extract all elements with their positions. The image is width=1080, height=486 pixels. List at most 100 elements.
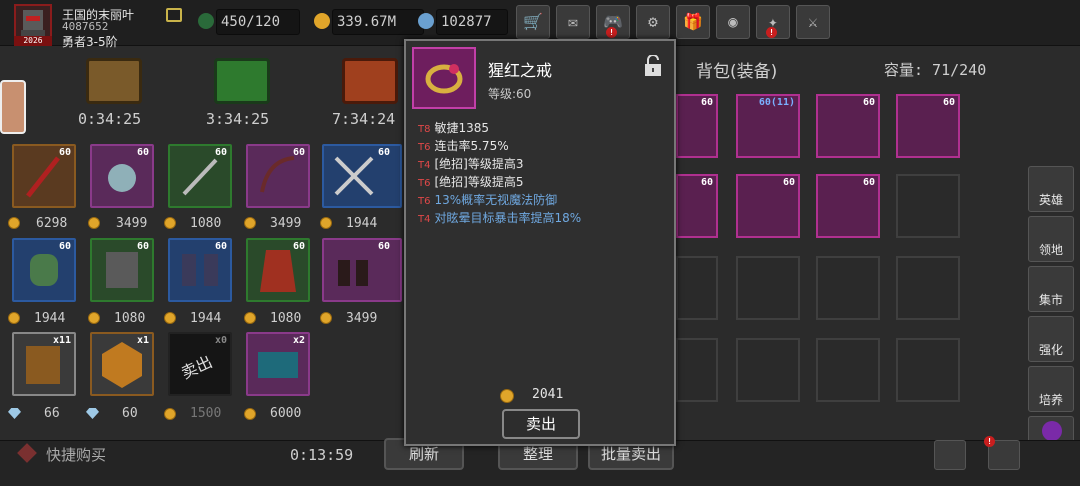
coin-icon bbox=[244, 312, 256, 324]
coin-icon bbox=[320, 217, 332, 229]
coin-icon bbox=[244, 217, 256, 229]
notification-badge: ! bbox=[984, 436, 995, 447]
shop-item-armor[interactable]: 60 bbox=[90, 238, 154, 302]
swords-icon[interactable]: ⚔ bbox=[796, 5, 830, 39]
bag-item-teal-boots[interactable]: 60 bbox=[816, 174, 880, 238]
item-name: 猩红之戒 bbox=[488, 61, 553, 80]
hero-button[interactable]: 英雄 bbox=[1028, 166, 1074, 212]
item-price: 1080 bbox=[270, 311, 302, 326]
item-stat: T8 敏捷1385 bbox=[418, 121, 490, 135]
edit-name-icon[interactable] bbox=[166, 8, 182, 22]
item-stat: T6 13%概率无视魔法防御 bbox=[418, 193, 558, 207]
bag-item-ring[interactable]: 60 bbox=[676, 174, 718, 238]
coin-icon bbox=[88, 312, 100, 324]
item-price: 1944 bbox=[190, 311, 222, 326]
shop-item-orb[interactable]: 60 bbox=[90, 144, 154, 208]
unlock-icon[interactable] bbox=[644, 54, 662, 77]
sell-price: 2041 bbox=[532, 387, 564, 402]
refresh-timer: 0:13:59 bbox=[290, 446, 354, 464]
chest-icon[interactable] bbox=[86, 58, 142, 104]
bag-empty-slot[interactable] bbox=[816, 256, 880, 320]
stamina-value: 450/120 bbox=[216, 9, 300, 35]
equipment-shortcut-icon[interactable] bbox=[934, 440, 966, 470]
chest-timer: 7:34:24 bbox=[332, 110, 396, 128]
market-button[interactable]: 集市 bbox=[1028, 266, 1074, 312]
color-wheel-icon[interactable]: ◉ bbox=[716, 5, 750, 39]
gift-icon[interactable]: 🎁 bbox=[676, 5, 710, 39]
gem-icon bbox=[8, 408, 21, 419]
sell-button[interactable]: 卖出 bbox=[502, 409, 580, 439]
bag-empty-slot[interactable] bbox=[896, 174, 960, 238]
coin-icon bbox=[8, 217, 20, 229]
shop-item-red-staff[interactable]: 60 bbox=[12, 144, 76, 208]
bag-title: 背包(装备) bbox=[696, 62, 778, 82]
territory-button[interactable]: 领地 bbox=[1028, 216, 1074, 262]
coin-icon bbox=[244, 408, 256, 420]
gem-icon bbox=[418, 13, 434, 29]
bag-item-blue-amulet[interactable]: 60 bbox=[896, 94, 960, 158]
bag-item-horned-helm[interactable]: 60 bbox=[676, 94, 718, 158]
bag-empty-slot[interactable] bbox=[736, 256, 800, 320]
enhance-button[interactable]: 强化 bbox=[1028, 316, 1074, 362]
stamina-icon bbox=[198, 13, 214, 29]
cart-icon[interactable]: 🛒 bbox=[516, 5, 550, 39]
bag-empty-slot[interactable] bbox=[736, 338, 800, 402]
bag-empty-slot[interactable] bbox=[896, 338, 960, 402]
mail-icon[interactable]: ✉ bbox=[556, 5, 590, 39]
notification-badge: ! bbox=[606, 27, 617, 38]
gold-value: 339.67M bbox=[332, 9, 424, 35]
coin-icon bbox=[500, 389, 514, 403]
shop-item-crossed-swords[interactable]: 60 bbox=[322, 144, 402, 208]
ring-icon bbox=[412, 47, 476, 109]
bag-item-gold-leggings[interactable]: 60 bbox=[816, 94, 880, 158]
chest-timer: 3:34:25 bbox=[206, 110, 270, 128]
chest-timer: 0:34:25 bbox=[78, 110, 142, 128]
shop-item-dagger[interactable]: 60 bbox=[168, 144, 232, 208]
item-price: 1944 bbox=[34, 311, 66, 326]
item-price: 3499 bbox=[346, 311, 378, 326]
character-tab-avatar[interactable] bbox=[0, 80, 26, 134]
consumable-ic-token[interactable]: x1 bbox=[90, 332, 154, 396]
gem-icon bbox=[86, 408, 99, 419]
shop-item-green-helmet[interactable]: 60 bbox=[12, 238, 76, 302]
coin-icon bbox=[164, 312, 176, 324]
item-price: 1944 bbox=[346, 216, 378, 231]
item-stat: T4 [绝招]等级提高3 bbox=[418, 157, 524, 171]
player-id: 4087652 bbox=[62, 20, 109, 33]
coin-icon bbox=[320, 312, 332, 324]
quick-buy-button[interactable]: 快捷购买 bbox=[46, 444, 106, 465]
bag-item-teal-boots[interactable]: 60 bbox=[736, 174, 800, 238]
item-stat: T6 连击率5.75% bbox=[418, 139, 509, 153]
gem-value: 102877 bbox=[436, 9, 508, 35]
player-level-tag: 2026 bbox=[14, 36, 52, 46]
sold-overlay: 卖出 bbox=[178, 351, 216, 383]
item-price: 3499 bbox=[270, 216, 302, 231]
bag-empty-slot[interactable] bbox=[676, 338, 718, 402]
battle-portal-icon bbox=[1042, 421, 1062, 441]
coin-icon bbox=[8, 312, 20, 324]
shop-item-boots[interactable]: 60 bbox=[322, 238, 402, 302]
shop-item-gauntlets[interactable]: 60 bbox=[168, 238, 232, 302]
notification-badge: ! bbox=[766, 27, 777, 38]
shop-item-red-robe[interactable]: 60 bbox=[246, 238, 310, 302]
item-price: 6298 bbox=[36, 216, 68, 231]
item-stat: T4 对眩晕目标暴击率提高18% bbox=[418, 211, 582, 225]
item-price: 66 bbox=[44, 406, 60, 421]
shop-item-bow[interactable]: 60 bbox=[246, 144, 310, 208]
item-tooltip: 猩红之戒 等级:60 T8 敏捷1385 T6 连击率5.75% T4 [绝招]等级提… bbox=[404, 39, 676, 446]
chest-icon[interactable] bbox=[342, 58, 398, 104]
consumable-book[interactable]: x11 bbox=[12, 332, 76, 396]
item-price: 1500 bbox=[190, 406, 222, 421]
cultivate-button[interactable]: 培养 bbox=[1028, 366, 1074, 412]
chest-icon[interactable] bbox=[214, 58, 270, 104]
bag-empty-slot[interactable] bbox=[896, 256, 960, 320]
gear-icon[interactable]: ⚙ bbox=[636, 5, 670, 39]
coin-icon bbox=[88, 217, 100, 229]
item-price: 1080 bbox=[190, 216, 222, 231]
coin-icon bbox=[164, 408, 176, 420]
bag-item-dark-boots[interactable]: 60(11) bbox=[736, 94, 800, 158]
bag-empty-slot[interactable] bbox=[676, 256, 718, 320]
coin-icon bbox=[164, 217, 176, 229]
bag-empty-slot[interactable] bbox=[816, 338, 880, 402]
consumable-teal-chest[interactable]: x2 bbox=[246, 332, 310, 396]
